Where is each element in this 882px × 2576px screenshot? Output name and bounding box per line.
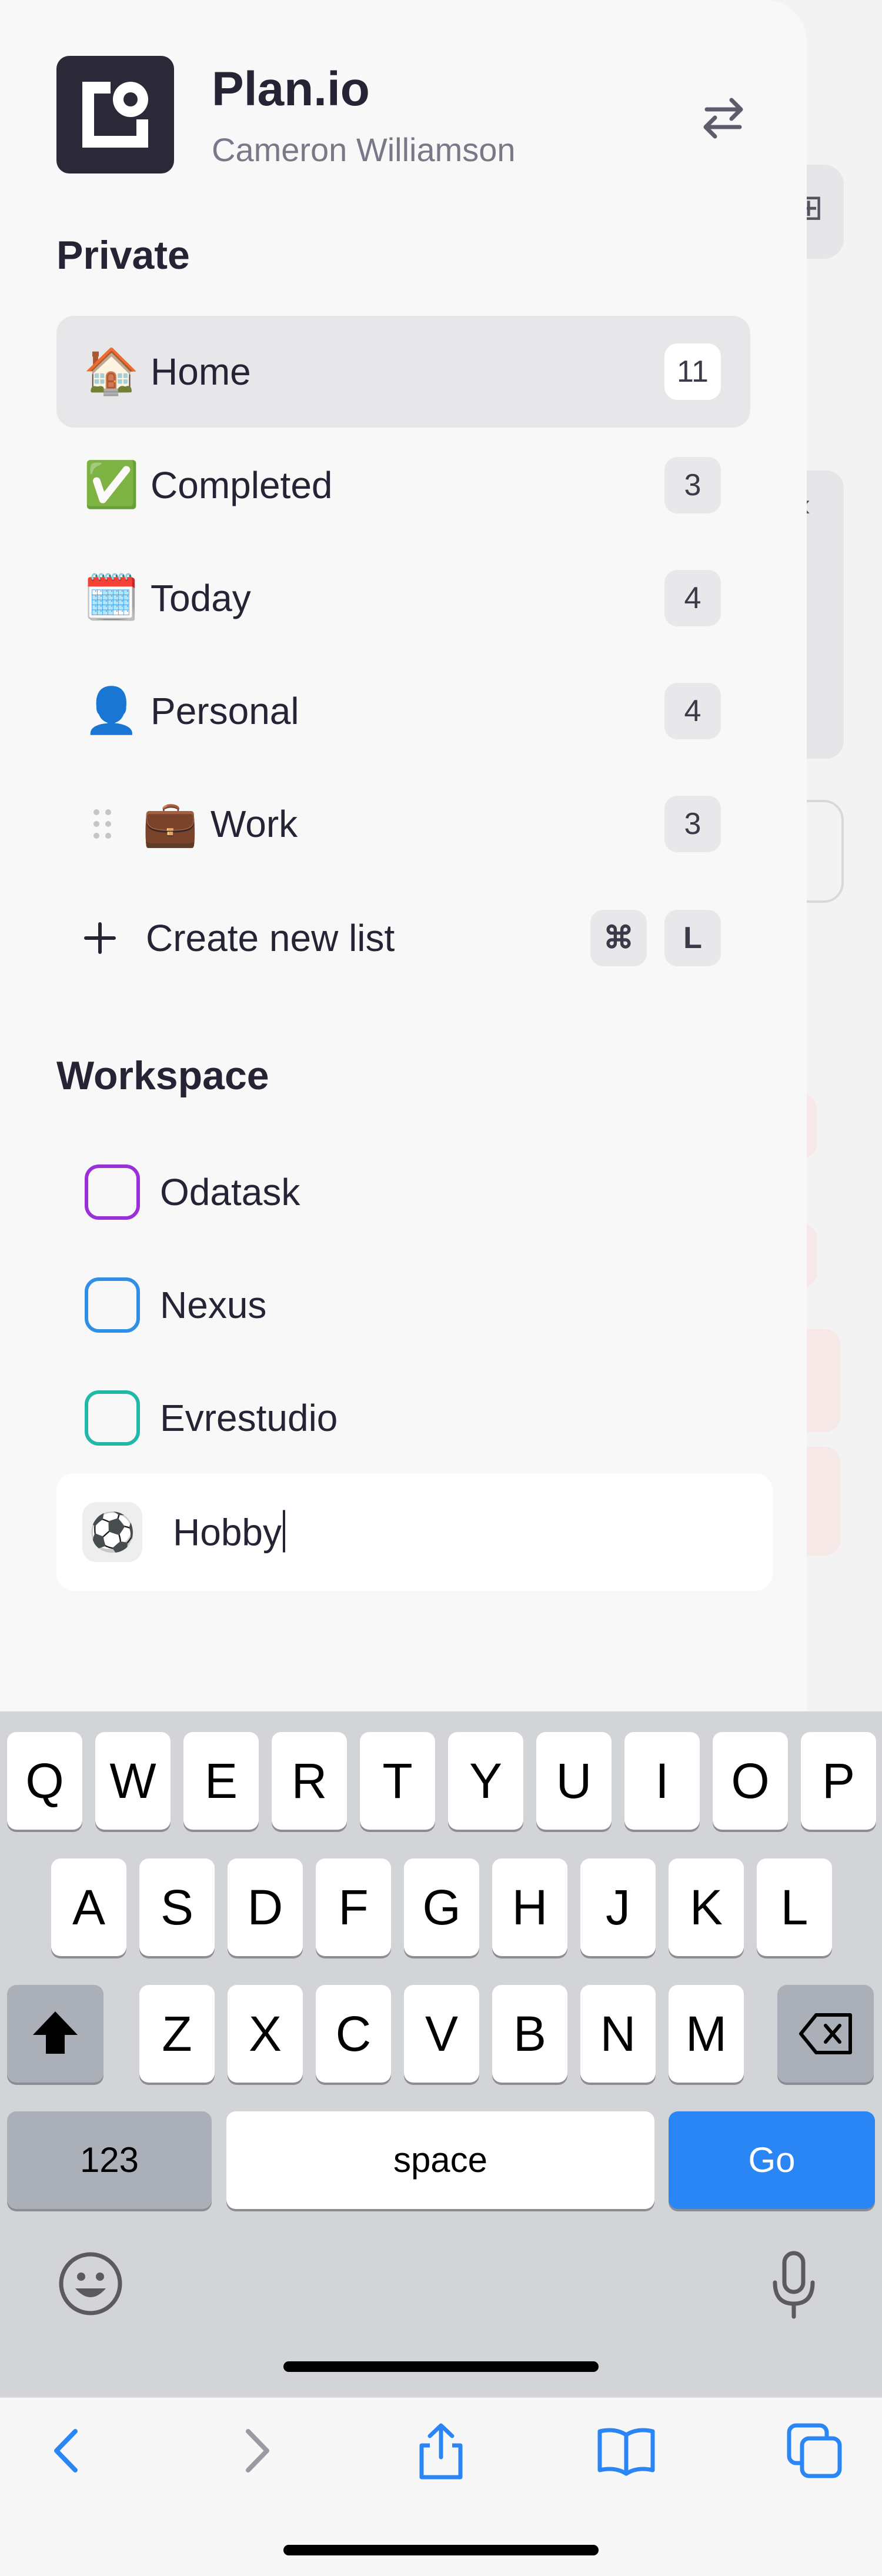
- new-list-input[interactable]: ⚽ Hobby: [56, 1473, 773, 1591]
- calendar-icon: 🗓️: [83, 573, 139, 623]
- key-e[interactable]: E: [183, 1732, 259, 1830]
- delete-key[interactable]: [777, 1985, 874, 2083]
- user-name: Cameron Williamson: [212, 131, 516, 168]
- key-j[interactable]: J: [580, 1858, 656, 1956]
- list-item-label: Today: [151, 577, 251, 619]
- key-n[interactable]: N: [580, 1985, 656, 2083]
- numbers-key[interactable]: 123: [7, 2111, 212, 2209]
- command-key-icon: ⌘: [590, 910, 647, 966]
- new-list-value: Hobby: [173, 1511, 282, 1554]
- chevron-left-icon[interactable]: [35, 2418, 100, 2483]
- briefcase-icon: 💼: [142, 799, 198, 849]
- workspace-item-odatask[interactable]: Odatask: [56, 1139, 750, 1245]
- new-list-text[interactable]: Hobby: [173, 1510, 285, 1554]
- list-item-home[interactable]: 🏠 Home 11: [56, 316, 750, 428]
- share-icon[interactable]: [409, 2418, 473, 2483]
- space-key[interactable]: space: [226, 2111, 654, 2209]
- emoji-icon[interactable]: [56, 2250, 125, 2318]
- key-s[interactable]: S: [139, 1858, 215, 1956]
- workspace-item-label: Odatask: [160, 1171, 300, 1213]
- key-v[interactable]: V: [404, 1985, 479, 2083]
- private-section-title: Private: [56, 233, 190, 278]
- text-caret: [283, 1510, 285, 1553]
- checkbox-icon[interactable]: [85, 1277, 140, 1333]
- microphone-icon[interactable]: [764, 2250, 823, 2320]
- list-item-label: Personal: [151, 690, 299, 732]
- soccer-ball-icon[interactable]: ⚽: [82, 1502, 142, 1562]
- home-indicator-bottom: [283, 2545, 599, 2555]
- person-icon: 👤: [83, 686, 139, 736]
- house-icon: 🏠: [83, 346, 139, 396]
- workspace-section-title: Workspace: [56, 1053, 269, 1098]
- count-badge: 3: [664, 796, 721, 852]
- checkbox-icon[interactable]: [85, 1164, 140, 1220]
- key-f[interactable]: F: [316, 1858, 391, 1956]
- onscreen-keyboard: QWERTYUIOP ASDFGHJKL ZXCVBNM 123 space G…: [0, 1711, 882, 2397]
- key-g[interactable]: G: [404, 1858, 479, 1956]
- key-q[interactable]: Q: [7, 1732, 82, 1830]
- chevron-right-icon[interactable]: [223, 2418, 288, 2483]
- list-item-completed[interactable]: ✅ Completed 3: [56, 429, 750, 541]
- count-badge: 4: [664, 683, 721, 739]
- list-item-label: Work: [211, 803, 298, 845]
- key-b[interactable]: B: [492, 1985, 567, 2083]
- sidebar: Plan.io Cameron Williamson Private 🏠 Hom…: [0, 0, 807, 1711]
- key-d[interactable]: D: [228, 1858, 303, 1956]
- key-l[interactable]: L: [757, 1858, 832, 1956]
- key-r[interactable]: R: [272, 1732, 347, 1830]
- key-z[interactable]: Z: [139, 1985, 215, 2083]
- key-p[interactable]: P: [801, 1732, 876, 1830]
- count-badge: 3: [664, 457, 721, 513]
- create-new-list-button[interactable]: Create new list ⌘ L: [56, 885, 750, 991]
- key-w[interactable]: W: [95, 1732, 171, 1830]
- list-item-today[interactable]: 🗓️ Today 4: [56, 542, 750, 654]
- switch-arrows-icon[interactable]: [694, 88, 753, 147]
- key-y[interactable]: Y: [448, 1732, 523, 1830]
- tabs-icon[interactable]: [782, 2418, 847, 2483]
- workspace-item-label: Nexus: [160, 1284, 267, 1326]
- key-o[interactable]: O: [713, 1732, 788, 1830]
- shift-key[interactable]: [7, 1985, 103, 2083]
- plus-icon: [84, 922, 116, 954]
- count-badge: 11: [664, 343, 721, 400]
- count-badge: 4: [664, 570, 721, 626]
- list-item-label: Home: [151, 351, 251, 393]
- key-h[interactable]: H: [492, 1858, 567, 1956]
- logo-icon: [82, 82, 148, 148]
- key-x[interactable]: X: [228, 1985, 303, 2083]
- key-u[interactable]: U: [536, 1732, 612, 1830]
- workspace-item-evrestudio[interactable]: Evrestudio: [56, 1365, 750, 1471]
- book-icon[interactable]: [594, 2418, 659, 2483]
- workspace-item-nexus[interactable]: Nexus: [56, 1252, 750, 1358]
- key-t[interactable]: T: [360, 1732, 435, 1830]
- key-a[interactable]: A: [51, 1858, 126, 1956]
- backspace-icon: [799, 2013, 852, 2054]
- home-indicator: [283, 2361, 599, 2372]
- browser-toolbar: [0, 2397, 882, 2576]
- drag-handle-icon[interactable]: [91, 806, 114, 842]
- shortcut-key: L: [664, 910, 721, 966]
- key-k[interactable]: K: [669, 1858, 744, 1956]
- checkbox-icon[interactable]: [85, 1390, 140, 1446]
- app-title: Plan.io: [212, 62, 370, 116]
- create-new-list-label: Create new list: [146, 917, 395, 959]
- key-i[interactable]: I: [624, 1732, 700, 1830]
- shift-icon: [33, 2011, 78, 2054]
- key-m[interactable]: M: [669, 1985, 744, 2083]
- go-key[interactable]: Go: [669, 2111, 875, 2209]
- list-item-personal[interactable]: 👤 Personal 4: [56, 655, 750, 767]
- app-logo: [56, 56, 174, 173]
- workspace-item-label: Evrestudio: [160, 1397, 338, 1439]
- key-c[interactable]: C: [316, 1985, 391, 2083]
- list-item-label: Completed: [151, 464, 333, 506]
- checkmark-icon: ✅: [83, 460, 139, 510]
- list-item-work[interactable]: 💼 Work 3: [56, 768, 750, 880]
